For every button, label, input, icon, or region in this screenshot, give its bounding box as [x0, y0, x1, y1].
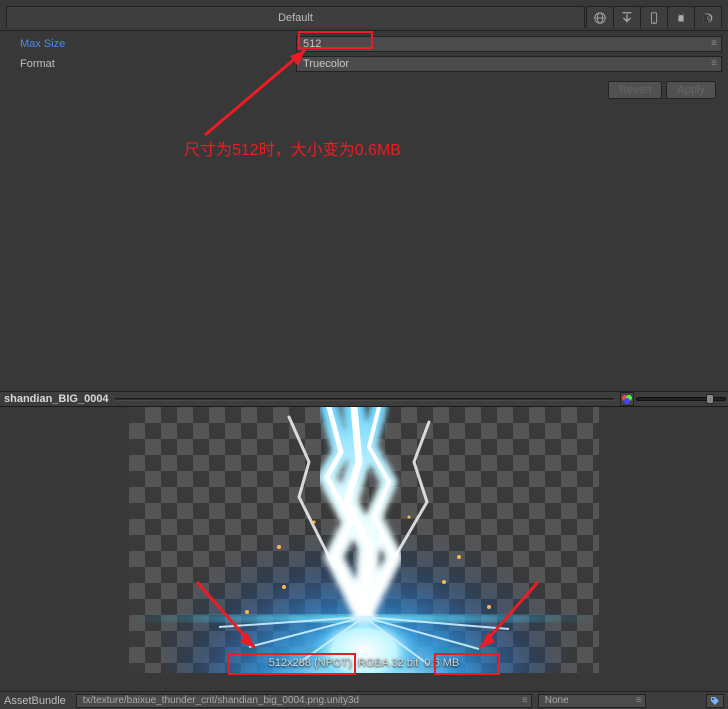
format-dropdown[interactable]: Truecolor [296, 56, 722, 72]
lightning-image [129, 407, 599, 673]
svg-text:5: 5 [707, 16, 710, 22]
revert-button[interactable]: Revert [608, 81, 662, 99]
assetbundle-variant-dropdown[interactable]: None [538, 694, 646, 708]
apply-button[interactable]: Apply [666, 81, 716, 99]
mip-slider[interactable] [636, 392, 726, 406]
assetbundle-dropdown[interactable]: tx/texture/baixue_thunder_crit/shandian_… [76, 694, 532, 708]
format-label: Format [6, 58, 296, 70]
platform-tabs-bar: Default 5 [0, 0, 728, 30]
platform-tab-webgl[interactable]: 5 [694, 6, 722, 28]
annotation-text: 尺寸为512时，大小变为0.6MB [184, 136, 401, 160]
assetbundle-tag-icon[interactable] [706, 694, 724, 708]
format-field[interactable]: Truecolor [296, 56, 722, 72]
assetbundle-footer: AssetBundle tx/texture/baixue_thunder_cr… [0, 691, 728, 709]
assetbundle-label: AssetBundle [4, 695, 70, 707]
platform-tab-standalone[interactable] [613, 6, 641, 28]
platform-tab-default-label: Default [278, 12, 313, 24]
row-max-size: Max Size 512 [6, 35, 722, 53]
revert-apply-row: Revert Apply [6, 75, 722, 99]
platform-tab-default[interactable]: Default [6, 6, 585, 28]
max-size-label: Max Size [6, 38, 296, 50]
texture-info-format: RGBA 32 bit [358, 657, 419, 669]
platform-tabs-group: 5 [587, 6, 722, 30]
preview-divider [115, 398, 614, 400]
rgb-toggle-button[interactable] [620, 392, 634, 406]
texture-info-size: 0.6 MB [424, 657, 459, 669]
texture-preview: 512x288 (NPOT) RGBA 32 bit 0.6 MB [129, 407, 599, 673]
texture-info-dims: 512x288 (NPOT) [269, 657, 352, 669]
preview-area: 512x288 (NPOT) RGBA 32 bit 0.6 MB [0, 407, 728, 691]
max-size-field[interactable]: 512 [296, 36, 722, 52]
preview-title: shandian_BIG_0004 [0, 393, 109, 405]
texture-info: 512x288 (NPOT) RGBA 32 bit 0.6 MB [269, 657, 460, 669]
max-size-dropdown[interactable]: 512 [296, 36, 722, 52]
row-format: Format Truecolor [6, 55, 722, 73]
platform-tab-web[interactable] [586, 6, 614, 28]
inspector-rows: Max Size 512 Format Truecolor Revert App… [0, 30, 728, 103]
platform-tab-android[interactable] [667, 6, 695, 28]
preview-header: shandian_BIG_0004 [0, 391, 728, 407]
platform-tab-ios[interactable] [640, 6, 668, 28]
